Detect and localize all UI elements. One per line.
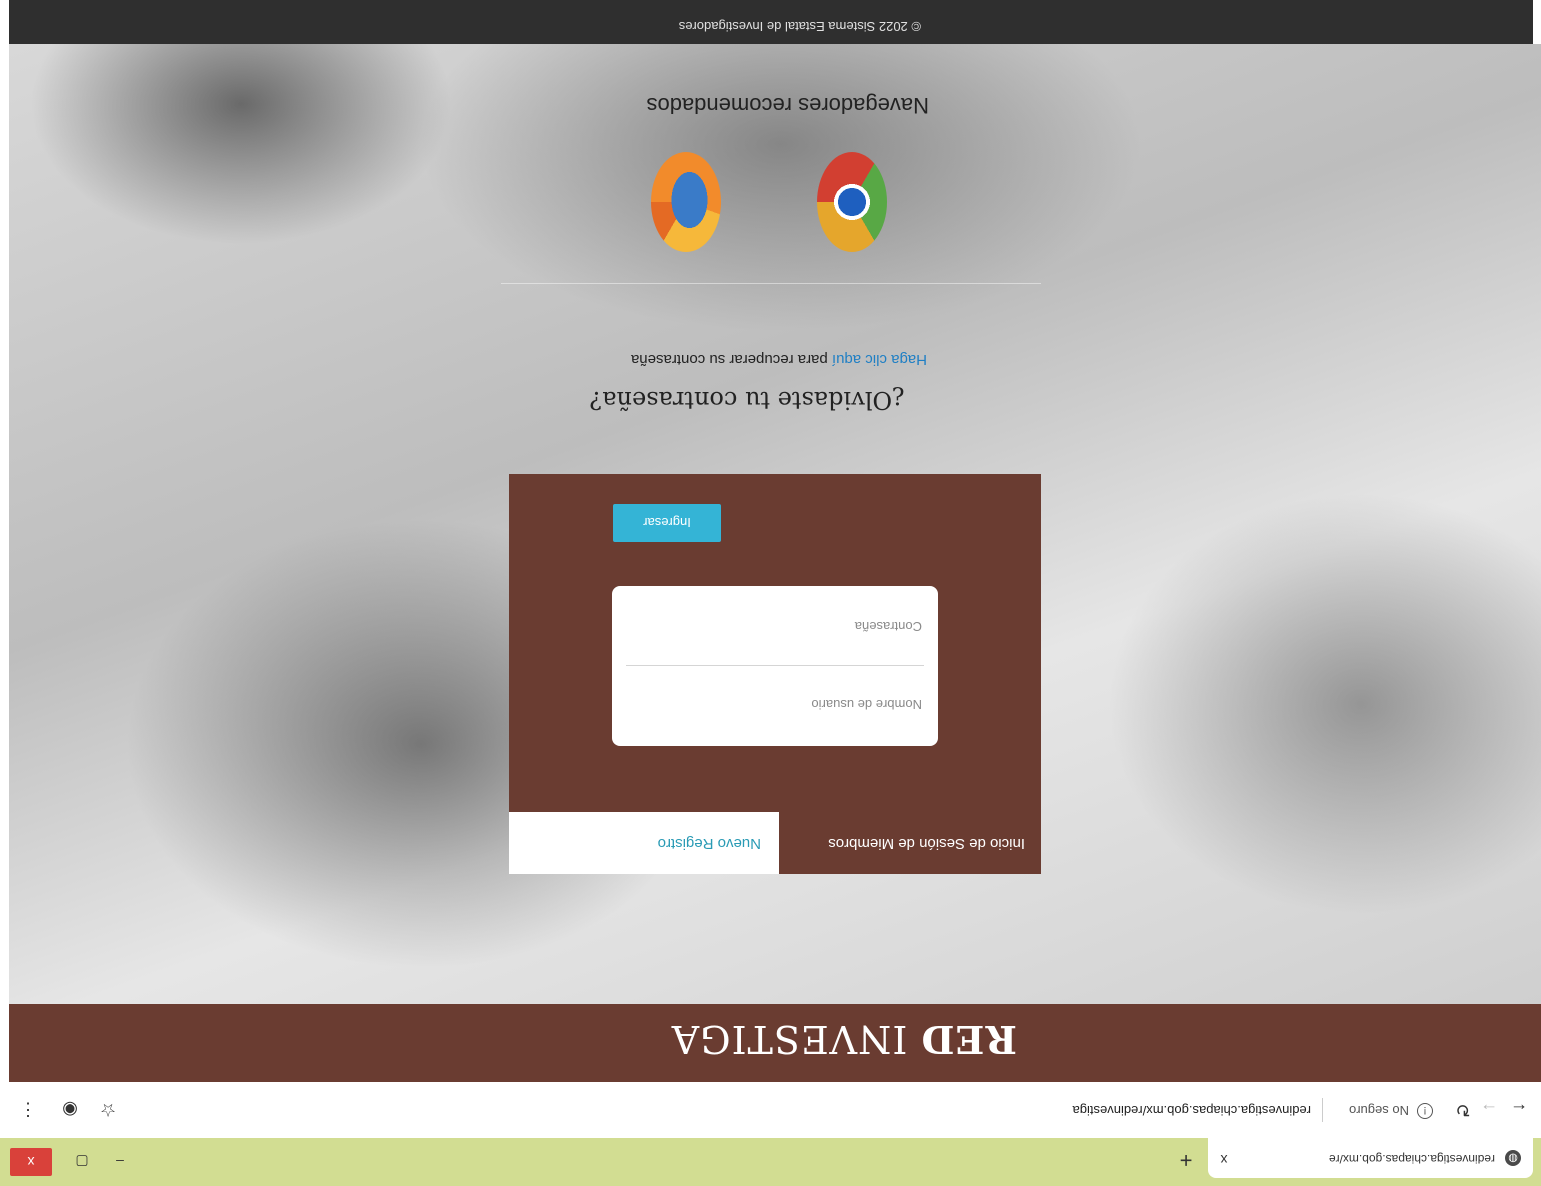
tab-register-label: Nuevo Registro	[657, 835, 761, 852]
tab-login-label: Inicio de Sesión de Miembros	[828, 835, 1025, 852]
recover-password-link[interactable]: Haga clic aquí	[832, 351, 927, 368]
url-text[interactable]: redinvestiga.chiapas.gob.mx/redinvestiga	[1073, 1103, 1311, 1118]
tab-close-icon[interactable]: x	[1215, 1151, 1233, 1169]
info-icon[interactable]: !	[1417, 1103, 1433, 1119]
window-controls: – ▢ x	[0, 1138, 140, 1186]
globe-icon: ◍	[1505, 1150, 1521, 1166]
recover-password-text: para recuperar su contraseña	[630, 351, 828, 368]
recommended-browsers-text: Navegadores recomendados	[646, 93, 929, 118]
field-divider	[626, 665, 924, 666]
brand-light: INVESTIGA	[670, 1017, 908, 1061]
firefox-logo-icon[interactable]	[651, 152, 721, 252]
forgot-password-line: Haga clic aquí para recuperar su contras…	[631, 351, 927, 368]
address-bar[interactable]: ! No seguro redinvestiga.chiapas.gob.mx/…	[141, 1092, 1441, 1128]
login-tabs: Inicio de Sesión de Miembros Nuevo Regis…	[509, 812, 1041, 874]
forward-arrow-icon[interactable]: →	[1477, 1098, 1501, 1122]
menu-dots-icon[interactable]: ⋮	[16, 1098, 40, 1122]
password-input[interactable]	[622, 596, 924, 658]
profile-icon[interactable]: ◉	[58, 1098, 82, 1122]
login-fields	[612, 586, 938, 746]
footer-bar: © 2022 Sistema Estatal de Investigadores	[9, 0, 1533, 44]
toolbar-icons: ☆ ◉ ⋮	[0, 1082, 140, 1138]
browser-tabbar: ◍ redinvestiga.chiapas.gob.mx/re x + – ▢…	[0, 1138, 1541, 1186]
browser-tab[interactable]: ◍ redinvestiga.chiapas.gob.mx/re x	[1208, 1138, 1533, 1178]
star-icon[interactable]: ☆	[96, 1098, 120, 1122]
window-minimize-button[interactable]: –	[100, 1148, 140, 1176]
tab-register[interactable]: Nuevo Registro	[509, 812, 779, 874]
chrome-logo-icon[interactable]	[817, 152, 887, 252]
back-arrow-icon[interactable]: ←	[1507, 1098, 1531, 1122]
site-header: RED INVESTIGA	[9, 1004, 1541, 1082]
reload-icon[interactable]: ↻	[1451, 1098, 1475, 1122]
window-close-button[interactable]: x	[10, 1148, 52, 1176]
browser-toolbar: ← → ↻ ! No seguro redinvestiga.chiapas.g…	[0, 1082, 1541, 1138]
brand-bold: RED	[920, 1017, 1018, 1062]
login-card: Inicio de Sesión de Miembros Nuevo Regis…	[509, 474, 1041, 874]
tab-login[interactable]: Inicio de Sesión de Miembros	[779, 812, 1041, 874]
hero-background: Inicio de Sesión de Miembros Nuevo Regis…	[9, 44, 1541, 1004]
tab-title: redinvestiga.chiapas.gob.mx/re	[1328, 1152, 1495, 1166]
forgot-password-title: ¿Olvidaste tu contraseña?	[589, 386, 905, 414]
footer-text: © 2022 Sistema Estatal de Investigadores	[678, 19, 921, 34]
section-divider	[501, 283, 1041, 284]
new-tab-plus-icon[interactable]: +	[1174, 1148, 1198, 1173]
site-logo[interactable]: RED INVESTIGA	[671, 1017, 1017, 1062]
address-separator	[1322, 1098, 1323, 1122]
username-input[interactable]	[622, 674, 924, 736]
security-label[interactable]: No seguro	[1349, 1103, 1409, 1118]
page-root: ◍ redinvestiga.chiapas.gob.mx/re x + – ▢…	[0, 0, 1541, 1186]
ingresar-button[interactable]: Ingresar	[613, 504, 721, 542]
window-restore-button[interactable]: ▢	[62, 1148, 102, 1176]
